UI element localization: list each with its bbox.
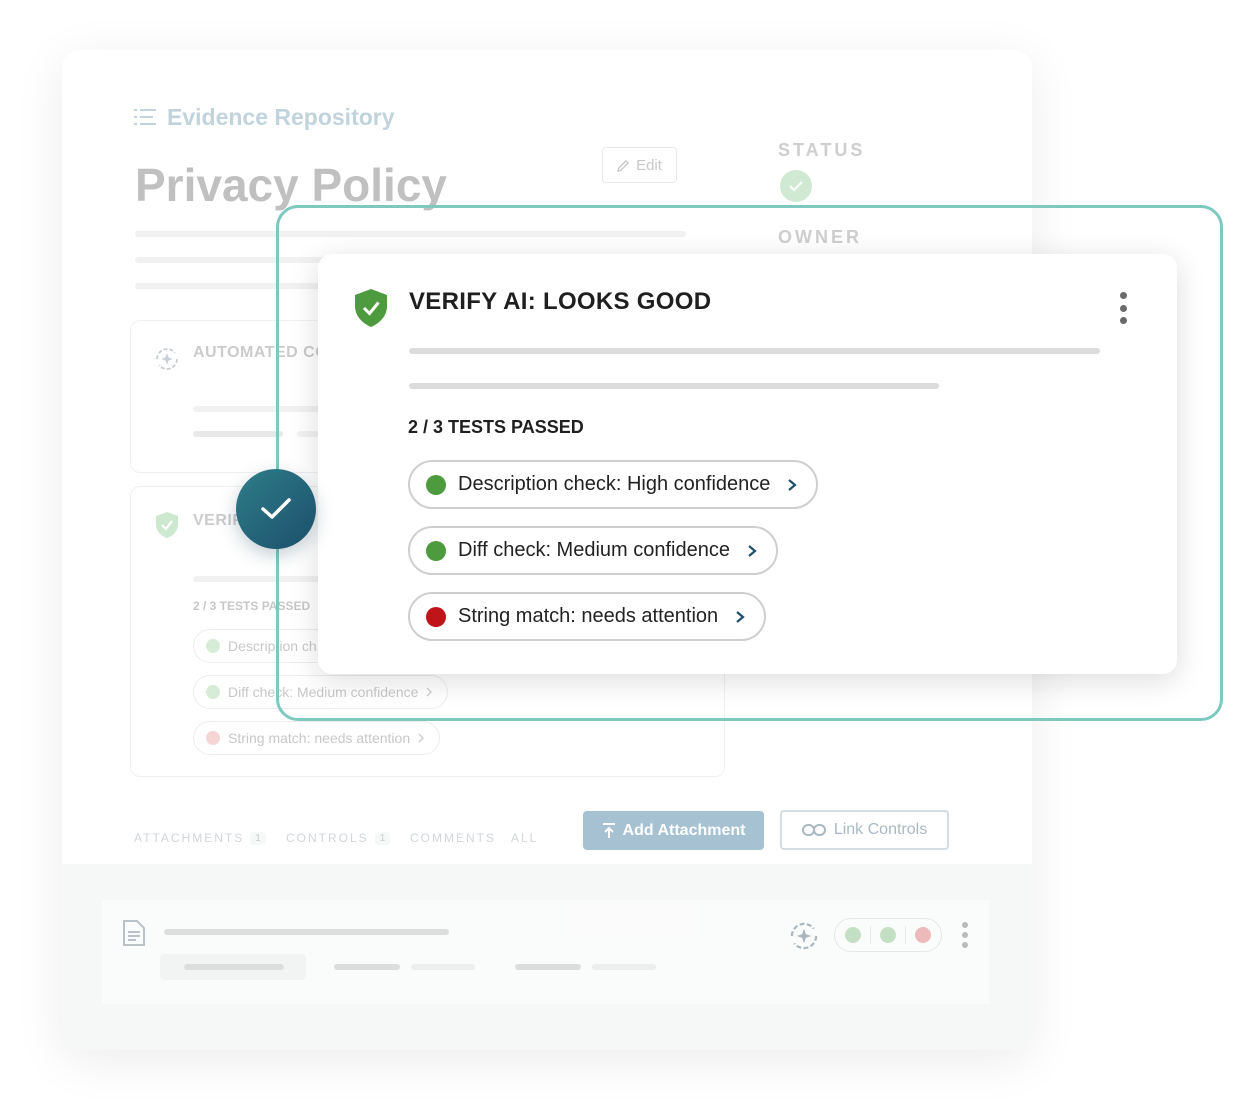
kebab-icon[interactable]: [961, 922, 969, 948]
add-attachment-button[interactable]: Add Attachment: [583, 811, 764, 850]
tab-comments[interactable]: COMMENTS: [410, 831, 496, 845]
verified-check-badge: [236, 469, 316, 549]
edit-button[interactable]: Edit: [602, 147, 677, 183]
fail-indicator: [914, 927, 931, 943]
link-icon: [801, 824, 826, 836]
check-icon: [789, 181, 803, 192]
file-meta-line: [411, 964, 475, 970]
tab-all[interactable]: ALL: [511, 831, 538, 845]
tab-label: ATTACHMENTS: [134, 831, 245, 845]
test-label: String match: needs attention: [458, 605, 719, 627]
tab-attachments[interactable]: ATTACHMENTS 1: [134, 831, 266, 845]
test-status-summary[interactable]: [834, 918, 942, 952]
test-label: String match: needs attention: [228, 730, 411, 746]
divider: [904, 926, 906, 944]
chevron-right-icon: [736, 610, 745, 623]
upload-icon: [602, 822, 615, 838]
attachment-row[interactable]: [102, 900, 989, 1004]
test-label: Diff check: Medium confidence: [458, 539, 730, 561]
text-line: [193, 431, 283, 437]
tab-label: CONTROLS: [286, 831, 369, 845]
test-label: Description check: High confidence: [458, 473, 771, 495]
tests-count: 2 / 3 TESTS PASSED: [408, 417, 584, 437]
status-badge: [780, 170, 812, 202]
document-icon: [123, 920, 145, 946]
test-result-pill[interactable]: Diff check: Medium confidence: [408, 526, 778, 575]
chevron-right-icon: [748, 544, 757, 557]
sparkle-refresh-icon: [790, 922, 818, 950]
file-meta-line: [334, 964, 400, 970]
verify-card-title: VERIF: [193, 512, 243, 529]
tab-label: COMMENTS: [410, 831, 496, 845]
pass-indicator: [206, 685, 220, 699]
file-meta-line: [515, 964, 581, 970]
test-result-pill[interactable]: String match: needs attention: [408, 592, 767, 641]
page-title: Privacy Policy: [135, 159, 447, 211]
check-icon: [261, 498, 291, 519]
pass-indicator: [206, 639, 220, 653]
pencil-icon: [617, 159, 630, 172]
shield-check-icon: [156, 512, 178, 538]
popup-title: VERIFY AI: LOOKS GOOD: [409, 288, 712, 315]
tab-controls[interactable]: CONTROLS 1: [286, 831, 391, 845]
pass-indicator: [879, 927, 896, 943]
file-name-line: [164, 929, 449, 935]
chevron-right-icon: [418, 733, 425, 743]
add-attachment-label: Add Attachment: [622, 821, 746, 839]
fail-indicator: [426, 606, 446, 627]
chevron-right-icon: [788, 478, 798, 491]
test-result-pill[interactable]: String match: needs attention: [193, 721, 441, 755]
link-controls-button[interactable]: Link Controls: [780, 810, 949, 850]
shield-check-icon: [355, 289, 387, 327]
tab-count-badge: 1: [250, 831, 266, 845]
list-icon: [134, 109, 156, 125]
verify-ai-popup: VERIFY AI: LOOKS GOOD 2 / 3 TESTS PASSED…: [318, 254, 1177, 674]
file-meta-line: [184, 964, 284, 970]
test-result-pill[interactable]: Description check: High confidence: [408, 460, 819, 509]
kebab-icon[interactable]: [1116, 292, 1130, 324]
fail-indicator: [206, 731, 220, 745]
pass-indicator: [426, 474, 446, 495]
divider: [870, 926, 872, 944]
sparkle-refresh-icon: [156, 348, 178, 370]
pass-indicator: [845, 927, 862, 943]
tab-label: ALL: [511, 831, 539, 845]
edit-button-label: Edit: [636, 156, 662, 174]
breadcrumb[interactable]: Evidence Repository: [167, 104, 395, 131]
status-label: STATUS: [778, 140, 866, 160]
file-meta-line: [592, 964, 656, 970]
summary-line: [409, 348, 1100, 354]
summary-line: [409, 383, 939, 389]
tab-count-badge: 1: [374, 831, 391, 845]
pass-indicator: [426, 540, 446, 561]
link-controls-label: Link Controls: [833, 821, 928, 838]
